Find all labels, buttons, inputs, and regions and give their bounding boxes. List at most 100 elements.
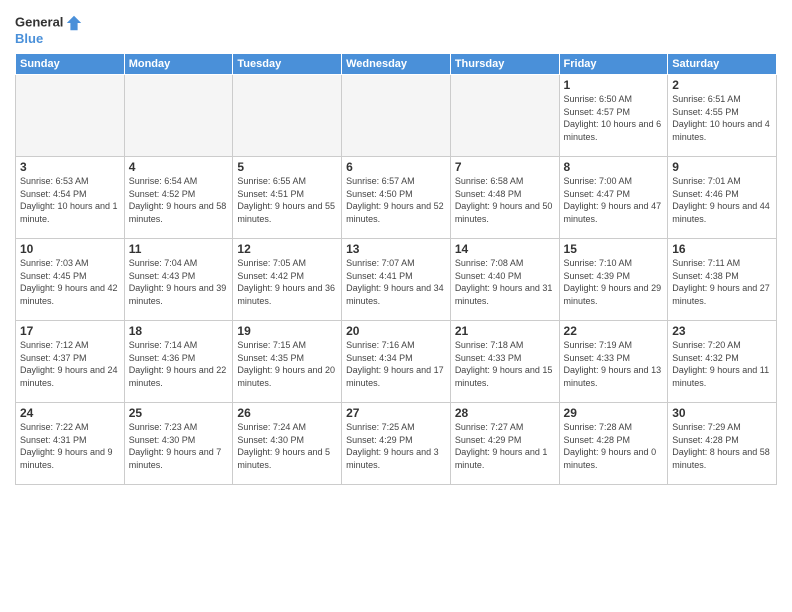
day-number: 23 (672, 324, 772, 338)
day-number: 18 (129, 324, 229, 338)
calendar-week-2: 3Sunrise: 6:53 AM Sunset: 4:54 PM Daylig… (16, 156, 777, 238)
calendar-cell: 15Sunrise: 7:10 AM Sunset: 4:39 PM Dayli… (559, 238, 668, 320)
day-info: Sunrise: 7:01 AM Sunset: 4:46 PM Dayligh… (672, 175, 772, 225)
calendar-cell: 9Sunrise: 7:01 AM Sunset: 4:46 PM Daylig… (668, 156, 777, 238)
calendar-cell: 4Sunrise: 6:54 AM Sunset: 4:52 PM Daylig… (124, 156, 233, 238)
calendar-cell: 25Sunrise: 7:23 AM Sunset: 4:30 PM Dayli… (124, 402, 233, 484)
calendar-week-4: 17Sunrise: 7:12 AM Sunset: 4:37 PM Dayli… (16, 320, 777, 402)
day-number: 21 (455, 324, 555, 338)
calendar-week-5: 24Sunrise: 7:22 AM Sunset: 4:31 PM Dayli… (16, 402, 777, 484)
calendar-week-1: 1Sunrise: 6:50 AM Sunset: 4:57 PM Daylig… (16, 74, 777, 156)
calendar-cell: 23Sunrise: 7:20 AM Sunset: 4:32 PM Dayli… (668, 320, 777, 402)
logo-icon (65, 14, 83, 32)
calendar-cell: 12Sunrise: 7:05 AM Sunset: 4:42 PM Dayli… (233, 238, 342, 320)
calendar-cell: 5Sunrise: 6:55 AM Sunset: 4:51 PM Daylig… (233, 156, 342, 238)
calendar-cell: 20Sunrise: 7:16 AM Sunset: 4:34 PM Dayli… (342, 320, 451, 402)
day-number: 5 (237, 160, 337, 174)
day-number: 15 (564, 242, 664, 256)
day-number: 29 (564, 406, 664, 420)
day-info: Sunrise: 6:53 AM Sunset: 4:54 PM Dayligh… (20, 175, 120, 225)
calendar-cell: 22Sunrise: 7:19 AM Sunset: 4:33 PM Dayli… (559, 320, 668, 402)
day-info: Sunrise: 7:05 AM Sunset: 4:42 PM Dayligh… (237, 257, 337, 307)
calendar-cell: 19Sunrise: 7:15 AM Sunset: 4:35 PM Dayli… (233, 320, 342, 402)
calendar-header-tuesday: Tuesday (233, 53, 342, 74)
day-info: Sunrise: 7:08 AM Sunset: 4:40 PM Dayligh… (455, 257, 555, 307)
day-info: Sunrise: 7:03 AM Sunset: 4:45 PM Dayligh… (20, 257, 120, 307)
logo-general: General (15, 14, 63, 29)
day-info: Sunrise: 7:00 AM Sunset: 4:47 PM Dayligh… (564, 175, 664, 225)
day-info: Sunrise: 6:54 AM Sunset: 4:52 PM Dayligh… (129, 175, 229, 225)
calendar-week-3: 10Sunrise: 7:03 AM Sunset: 4:45 PM Dayli… (16, 238, 777, 320)
calendar-cell: 7Sunrise: 6:58 AM Sunset: 4:48 PM Daylig… (450, 156, 559, 238)
day-number: 10 (20, 242, 120, 256)
day-number: 3 (20, 160, 120, 174)
calendar-cell: 6Sunrise: 6:57 AM Sunset: 4:50 PM Daylig… (342, 156, 451, 238)
day-number: 24 (20, 406, 120, 420)
calendar-cell (342, 74, 451, 156)
day-info: Sunrise: 7:19 AM Sunset: 4:33 PM Dayligh… (564, 339, 664, 389)
day-info: Sunrise: 7:04 AM Sunset: 4:43 PM Dayligh… (129, 257, 229, 307)
day-info: Sunrise: 7:22 AM Sunset: 4:31 PM Dayligh… (20, 421, 120, 471)
calendar-cell (450, 74, 559, 156)
day-info: Sunrise: 6:51 AM Sunset: 4:55 PM Dayligh… (672, 93, 772, 143)
day-number: 16 (672, 242, 772, 256)
day-number: 28 (455, 406, 555, 420)
day-number: 2 (672, 78, 772, 92)
day-number: 12 (237, 242, 337, 256)
calendar-cell: 10Sunrise: 7:03 AM Sunset: 4:45 PM Dayli… (16, 238, 125, 320)
calendar-cell: 24Sunrise: 7:22 AM Sunset: 4:31 PM Dayli… (16, 402, 125, 484)
calendar-header-sunday: Sunday (16, 53, 125, 74)
day-info: Sunrise: 6:50 AM Sunset: 4:57 PM Dayligh… (564, 93, 664, 143)
calendar-table: SundayMondayTuesdayWednesdayThursdayFrid… (15, 53, 777, 485)
day-number: 22 (564, 324, 664, 338)
day-info: Sunrise: 7:07 AM Sunset: 4:41 PM Dayligh… (346, 257, 446, 307)
day-number: 25 (129, 406, 229, 420)
day-info: Sunrise: 6:57 AM Sunset: 4:50 PM Dayligh… (346, 175, 446, 225)
day-number: 6 (346, 160, 446, 174)
day-info: Sunrise: 7:16 AM Sunset: 4:34 PM Dayligh… (346, 339, 446, 389)
calendar-cell: 27Sunrise: 7:25 AM Sunset: 4:29 PM Dayli… (342, 402, 451, 484)
day-number: 30 (672, 406, 772, 420)
page-container: General Blue SundayMondayTuesdayWednesda… (0, 0, 792, 495)
calendar-cell: 1Sunrise: 6:50 AM Sunset: 4:57 PM Daylig… (559, 74, 668, 156)
calendar-header-saturday: Saturday (668, 53, 777, 74)
calendar-cell: 30Sunrise: 7:29 AM Sunset: 4:28 PM Dayli… (668, 402, 777, 484)
day-info: Sunrise: 6:55 AM Sunset: 4:51 PM Dayligh… (237, 175, 337, 225)
calendar-cell: 16Sunrise: 7:11 AM Sunset: 4:38 PM Dayli… (668, 238, 777, 320)
calendar-cell: 8Sunrise: 7:00 AM Sunset: 4:47 PM Daylig… (559, 156, 668, 238)
logo: General Blue (15, 14, 83, 47)
calendar-cell: 29Sunrise: 7:28 AM Sunset: 4:28 PM Dayli… (559, 402, 668, 484)
calendar-cell: 2Sunrise: 6:51 AM Sunset: 4:55 PM Daylig… (668, 74, 777, 156)
calendar-cell: 18Sunrise: 7:14 AM Sunset: 4:36 PM Dayli… (124, 320, 233, 402)
day-info: Sunrise: 7:27 AM Sunset: 4:29 PM Dayligh… (455, 421, 555, 471)
calendar-cell: 26Sunrise: 7:24 AM Sunset: 4:30 PM Dayli… (233, 402, 342, 484)
day-number: 9 (672, 160, 772, 174)
day-info: Sunrise: 7:10 AM Sunset: 4:39 PM Dayligh… (564, 257, 664, 307)
calendar-cell (233, 74, 342, 156)
calendar-cell: 17Sunrise: 7:12 AM Sunset: 4:37 PM Dayli… (16, 320, 125, 402)
calendar-cell: 3Sunrise: 6:53 AM Sunset: 4:54 PM Daylig… (16, 156, 125, 238)
day-info: Sunrise: 7:23 AM Sunset: 4:30 PM Dayligh… (129, 421, 229, 471)
calendar-header-monday: Monday (124, 53, 233, 74)
logo-blue: Blue (15, 32, 83, 47)
day-number: 26 (237, 406, 337, 420)
day-number: 4 (129, 160, 229, 174)
day-number: 20 (346, 324, 446, 338)
calendar-header-row: SundayMondayTuesdayWednesdayThursdayFrid… (16, 53, 777, 74)
day-number: 7 (455, 160, 555, 174)
day-info: Sunrise: 7:11 AM Sunset: 4:38 PM Dayligh… (672, 257, 772, 307)
day-info: Sunrise: 7:14 AM Sunset: 4:36 PM Dayligh… (129, 339, 229, 389)
calendar-cell (124, 74, 233, 156)
day-number: 11 (129, 242, 229, 256)
day-number: 8 (564, 160, 664, 174)
calendar-cell (16, 74, 125, 156)
calendar-cell: 14Sunrise: 7:08 AM Sunset: 4:40 PM Dayli… (450, 238, 559, 320)
day-number: 14 (455, 242, 555, 256)
day-info: Sunrise: 7:24 AM Sunset: 4:30 PM Dayligh… (237, 421, 337, 471)
calendar-header-wednesday: Wednesday (342, 53, 451, 74)
day-info: Sunrise: 7:25 AM Sunset: 4:29 PM Dayligh… (346, 421, 446, 471)
day-info: Sunrise: 6:58 AM Sunset: 4:48 PM Dayligh… (455, 175, 555, 225)
header: General Blue (15, 10, 777, 47)
calendar-cell: 21Sunrise: 7:18 AM Sunset: 4:33 PM Dayli… (450, 320, 559, 402)
day-number: 27 (346, 406, 446, 420)
